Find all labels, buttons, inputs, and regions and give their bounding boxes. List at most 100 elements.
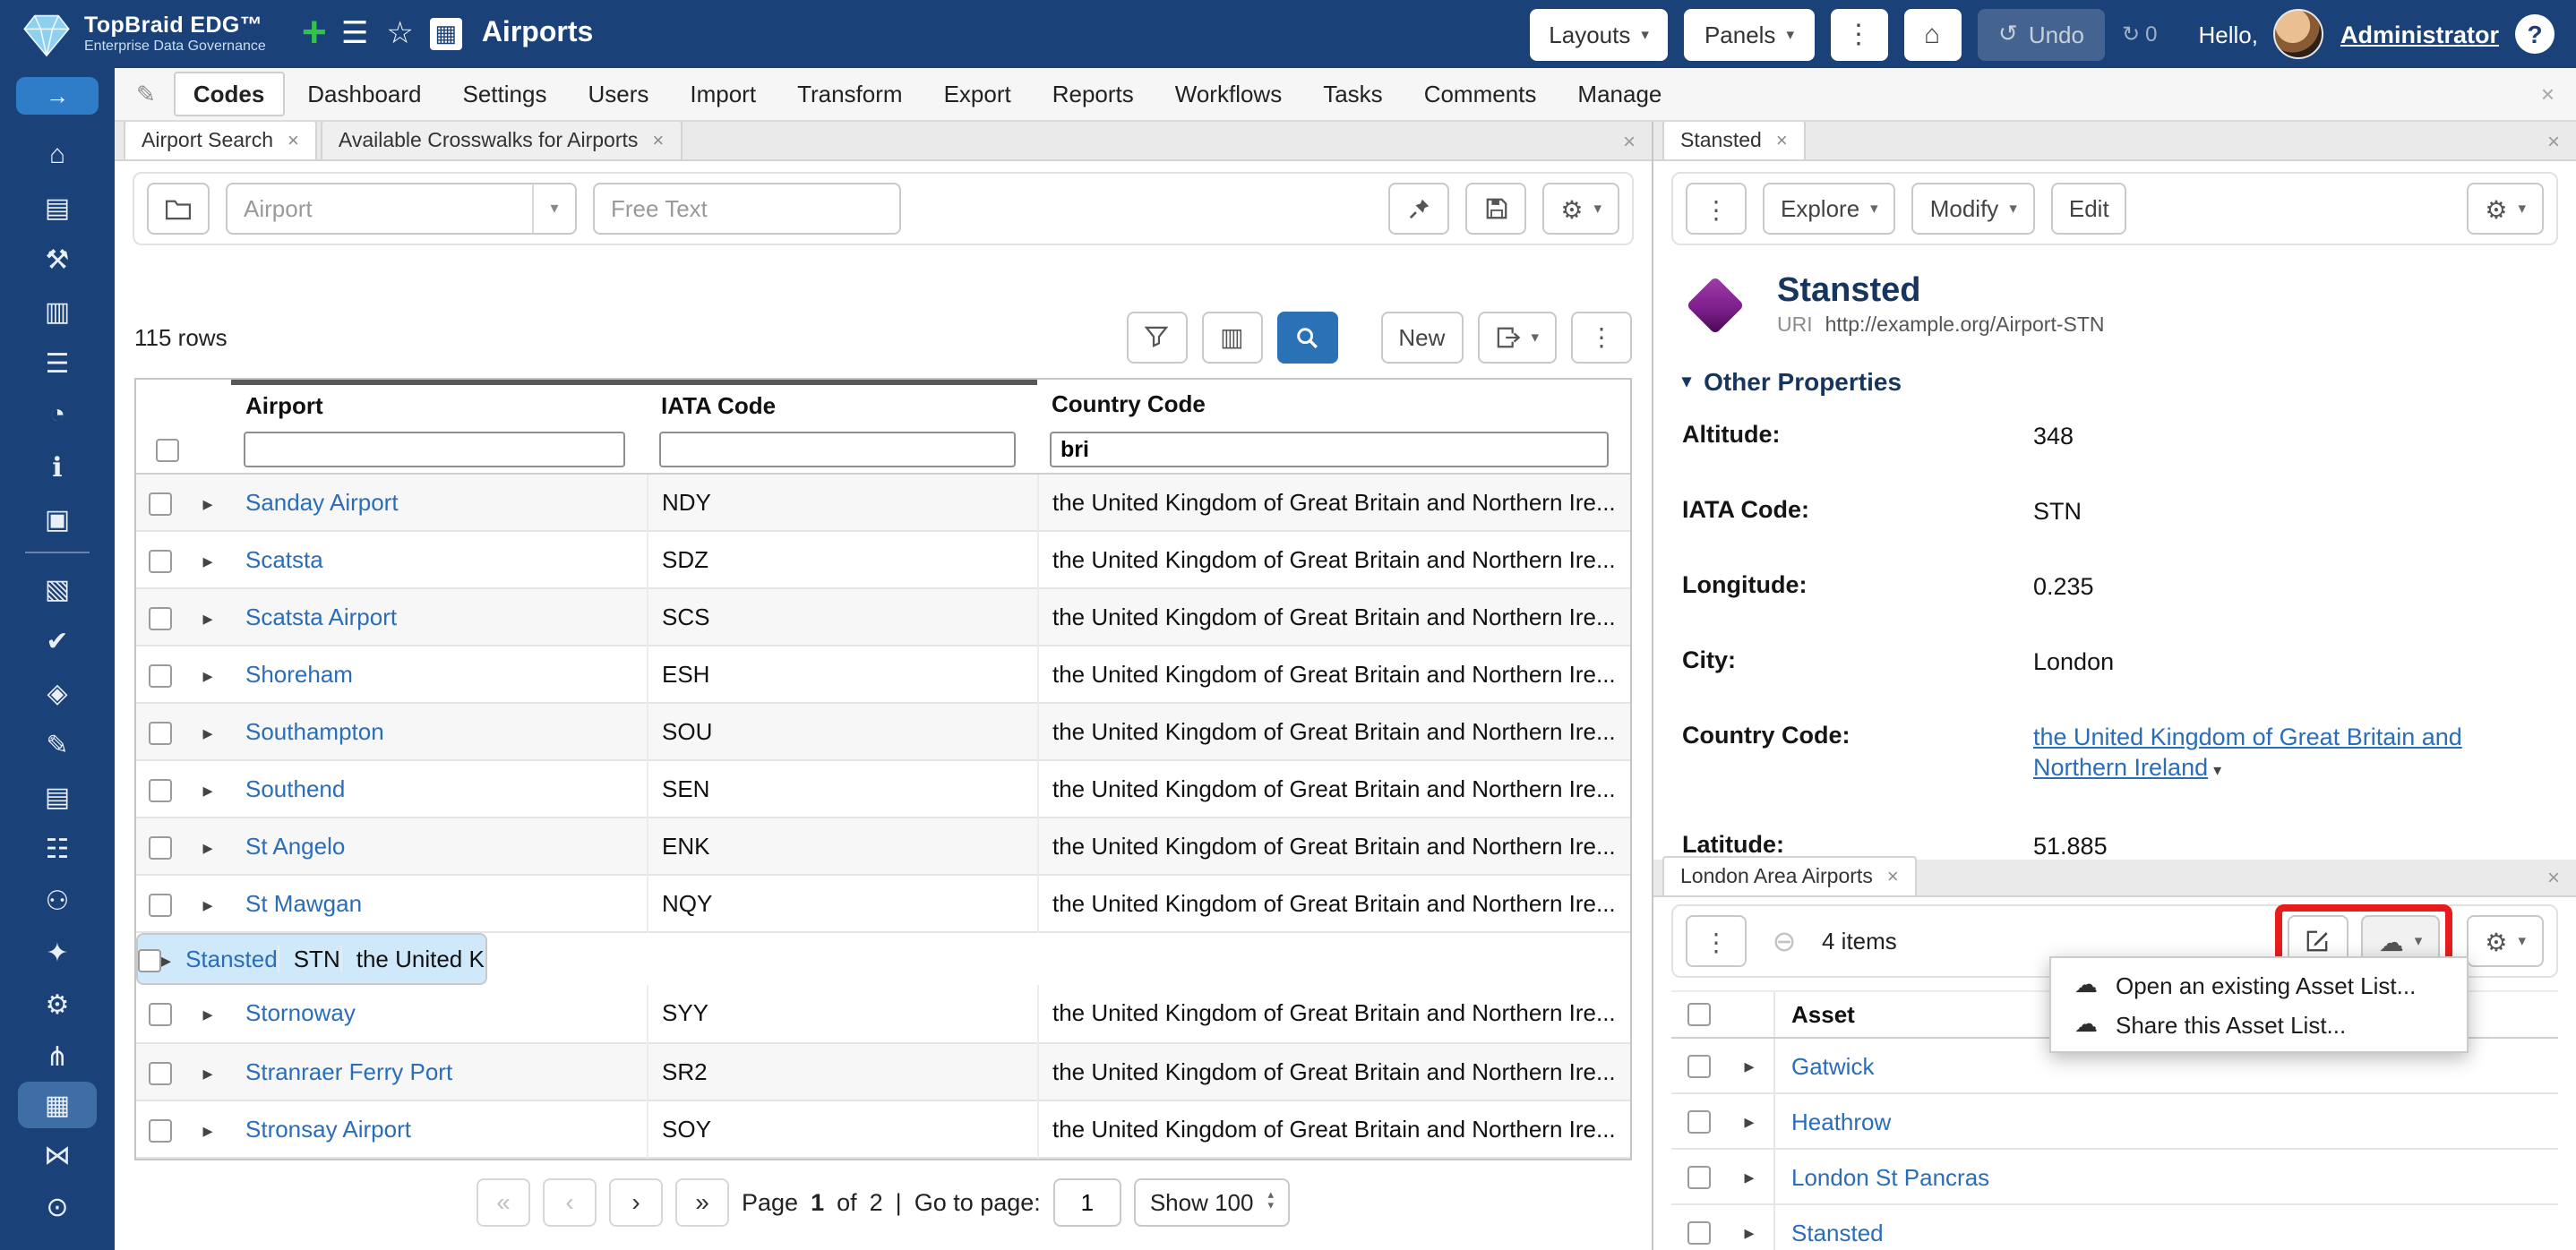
row-checkbox[interactable] (149, 836, 172, 860)
filter-button[interactable] (1126, 311, 1188, 363)
table-row[interactable]: ▸ St Mawgan NQY the United Kingdom of Gr… (136, 875, 1630, 932)
first-page-button[interactable]: « (477, 1177, 530, 1226)
nav-tab-tasks[interactable]: Tasks (1305, 73, 1400, 115)
sidebar-item-crosswalks[interactable]: ⋈ (18, 1128, 97, 1180)
sidebar-item-settings[interactable]: ⚙ (18, 978, 97, 1030)
row-checkbox[interactable] (149, 664, 172, 689)
asset-row[interactable]: ▸ Heathrow (1671, 1094, 2558, 1150)
table-row-selected[interactable]: ▸ Stansted STN the United Kingdom of Gre… (136, 933, 487, 985)
row-checkbox[interactable] (149, 492, 172, 517)
star-icon[interactable]: ☆ (386, 16, 414, 52)
page-size-select[interactable]: Show 100 ▴ ▾ (1133, 1177, 1290, 1226)
row-checkbox[interactable] (149, 550, 172, 574)
tab-london-area-airports[interactable]: London Area Airports × (1662, 856, 1917, 895)
pin-search-button[interactable] (1388, 183, 1450, 235)
tab-airport-search[interactable]: Airport Search × (124, 122, 317, 159)
row-checkbox[interactable] (1687, 1054, 1710, 1077)
airport-filter-input[interactable] (244, 431, 625, 467)
table-row[interactable]: ▸ Shoreham ESH the United Kingdom of Gre… (136, 646, 1630, 703)
help-button[interactable]: ? (2515, 14, 2555, 54)
table-row[interactable]: ▸ St Angelo ENK the United Kingdom of Gr… (136, 818, 1630, 875)
search-settings-button[interactable]: ⚙ ▾ (1542, 183, 1619, 235)
home-button[interactable]: ⌂ (1903, 8, 1961, 60)
airport-link[interactable]: St Mawgan (245, 890, 362, 917)
save-search-button[interactable] (1465, 183, 1527, 235)
row-checkbox[interactable] (149, 1118, 172, 1143)
asset-link[interactable]: Stansted (1791, 1219, 1884, 1246)
sidebar-item-ontology[interactable]: ◈ (18, 666, 97, 718)
expand-row-icon[interactable]: ▸ (202, 781, 212, 802)
country-filter-input[interactable] (1050, 431, 1609, 467)
row-checkbox[interactable] (1687, 1165, 1710, 1188)
detail-more-button[interactable]: ⋮ (1686, 183, 1747, 235)
expand-row-icon[interactable]: ▸ (202, 723, 212, 745)
sidebar-item-workspace[interactable]: ▤ (18, 181, 97, 233)
column-header-airport[interactable]: Airport (231, 380, 647, 425)
brand-logo[interactable]: TopBraid EDG™ Enterprise Data Governance (21, 12, 266, 56)
sidebar-item-users[interactable]: ⚇ (18, 874, 97, 926)
avatar[interactable] (2273, 9, 2324, 59)
asset-more-button[interactable]: ⋮ (1686, 915, 1747, 967)
expand-row-icon[interactable]: ▸ (202, 666, 212, 688)
row-checkbox[interactable] (149, 1061, 172, 1085)
close-icon[interactable]: × (1776, 130, 1788, 151)
table-row[interactable]: ▸ Stronsay Airport SOY the United Kingdo… (136, 1100, 1630, 1157)
airport-link[interactable]: St Angelo (245, 833, 345, 860)
asset-link[interactable]: Gatwick (1791, 1052, 1874, 1079)
nav-tab-transform[interactable]: Transform (779, 73, 921, 115)
sidebar-item-tasks[interactable]: ☰ (18, 337, 97, 389)
menu-item-open-asset-list[interactable]: ☁ Open an existing Asset List... (2051, 965, 2467, 1005)
export-button[interactable]: ▾ (1477, 311, 1557, 363)
sidebar-item-quality[interactable]: ✔ (18, 614, 97, 666)
row-checkbox[interactable] (1687, 1220, 1710, 1244)
airport-link[interactable]: Stansted (185, 946, 278, 972)
table-row[interactable]: ▸ Scatsta Airport SCS the United Kingdom… (136, 588, 1630, 646)
explore-button[interactable]: Explore ▾ (1763, 183, 1896, 235)
airport-link[interactable]: Stornoway (245, 1000, 356, 1027)
airport-link[interactable]: Scatsta (245, 546, 323, 573)
expand-row-icon[interactable]: ▸ (202, 609, 212, 630)
nav-tab-import[interactable]: Import (672, 73, 774, 115)
asset-settings-button[interactable]: ⚙ ▾ (2467, 915, 2544, 967)
sidebar-item-collections[interactable]: ☷ (18, 822, 97, 874)
close-panel-icon[interactable]: × (2547, 865, 2560, 890)
expand-row-icon[interactable]: ▸ (202, 1006, 212, 1027)
close-icon[interactable]: × (1887, 866, 1899, 887)
close-icon[interactable]: × (2541, 81, 2555, 107)
row-checkbox[interactable] (149, 779, 172, 803)
sidebar-item-history[interactable]: ◔ (18, 389, 97, 441)
modify-button[interactable]: Modify ▾ (1911, 183, 2035, 235)
tab-stansted[interactable]: Stansted × (1662, 122, 1806, 159)
expand-row-icon[interactable]: ▸ (202, 494, 212, 516)
detail-settings-button[interactable]: ⚙ ▾ (2467, 183, 2544, 235)
nav-tab-codes[interactable]: Codes (173, 72, 285, 116)
country-code-link[interactable]: the United Kingdom of Great Britain and … (2033, 723, 2462, 781)
sidebar-item-tools[interactable]: ⚒ (18, 233, 97, 285)
select-all-checkbox[interactable] (155, 439, 178, 463)
open-search-button[interactable] (147, 183, 210, 235)
expand-row-icon[interactable]: ▸ (202, 552, 212, 573)
table-more-button[interactable]: ⋮ (1571, 311, 1632, 363)
table-row[interactable]: ▸ Southend SEN the United Kingdom of Gre… (136, 760, 1630, 818)
column-header-country[interactable]: Country Code (1037, 382, 1630, 425)
airport-link[interactable]: Stranraer Ferry Port (245, 1057, 452, 1084)
panels-button[interactable]: Panels ▾ (1684, 8, 1814, 60)
expand-row-icon[interactable]: ▸ (202, 838, 212, 860)
search-type-select[interactable]: Airport ▾ (226, 183, 577, 235)
expand-row-icon[interactable]: ▸ (1744, 1057, 1754, 1078)
edit-button[interactable]: Edit (2050, 183, 2127, 235)
section-collapse-icon[interactable]: ▾ (1682, 372, 1691, 391)
table-row[interactable]: ▸ Southampton SOU the United Kingdom of … (136, 703, 1630, 760)
expand-row-icon[interactable]: ▸ (202, 895, 212, 917)
sidebar-item-info[interactable]: ℹ (18, 441, 97, 492)
select-all-checkbox[interactable] (1687, 1003, 1710, 1026)
redo-indicator[interactable]: ↻ 0 (2122, 21, 2158, 47)
menu-item-share-asset-list[interactable]: ☁ Share this Asset List... (2051, 1005, 2467, 1044)
sidebar-item-security[interactable]: ⊙ (18, 1180, 97, 1232)
iata-filter-input[interactable] (659, 431, 1016, 467)
close-panel-icon[interactable]: × (2547, 128, 2560, 153)
new-button[interactable]: New (1380, 311, 1464, 363)
remove-item-button[interactable]: ⊖ (1763, 915, 1806, 967)
row-checkbox[interactable] (149, 607, 172, 631)
nav-tab-export[interactable]: Export (926, 73, 1029, 115)
